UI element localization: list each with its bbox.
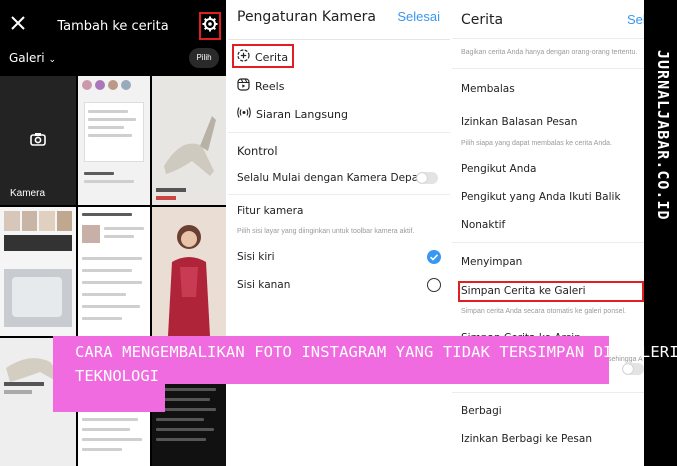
- save-hint: Simpan cerita Anda secara otomatis ke ga…: [461, 308, 626, 315]
- settings-highlight[interactable]: [199, 12, 221, 40]
- divider: [452, 242, 644, 243]
- settings-item-label: Reels: [255, 79, 285, 93]
- gallery-header: Tambah ke cerita: [0, 0, 226, 46]
- live-icon: [237, 106, 251, 122]
- reply-option-followback[interactable]: Pengikut yang Anda Ikuti Balik: [461, 191, 621, 203]
- section-title-control: Kontrol: [237, 144, 278, 158]
- album-selector[interactable]: Galeri ⌄: [9, 51, 56, 65]
- section-title-reply: Membalas: [461, 83, 515, 95]
- watermark-strip: JURNALJABAR.CO.ID: [644, 0, 677, 466]
- album-label: Galeri: [9, 51, 45, 65]
- gallery-thumbnail[interactable]: [78, 207, 150, 336]
- divider: [452, 392, 644, 393]
- save-archive-toggle[interactable]: [622, 363, 644, 375]
- close-friends-hint: Bagikan cerita Anda hanya dengan orang-o…: [461, 49, 638, 56]
- reels-icon: [237, 78, 250, 94]
- gallery-thumbnail[interactable]: [152, 76, 226, 205]
- gallery-thumbnail[interactable]: [78, 76, 150, 205]
- story-plus-icon: [237, 49, 250, 65]
- divider: [452, 68, 644, 69]
- camera-tile[interactable]: Kamera: [0, 76, 76, 205]
- allow-replies-item[interactable]: Izinkan Balasan Pesan: [461, 116, 577, 128]
- section-title-camera-feature: Fitur kamera: [237, 205, 304, 217]
- settings-item-label: Cerita: [255, 50, 289, 64]
- side-right-label: Sisi kanan: [237, 279, 291, 291]
- page-title: Pengaturan Kamera: [237, 9, 377, 25]
- story-settings-panel: Cerita Sel Bagikan cerita Anda hanya den…: [452, 0, 644, 466]
- section-title-save: Menyimpan: [461, 256, 523, 268]
- watermark-text: JURNALJABAR.CO.ID: [654, 50, 672, 221]
- chevron-down-icon: ⌄: [48, 55, 57, 65]
- divider: [452, 38, 644, 39]
- headline-text: CARA MENGEMBALIKAN FOTO INSTAGRAM YANG T…: [75, 343, 677, 361]
- side-left-radio[interactable]: [427, 250, 441, 264]
- reply-option-off[interactable]: Nonaktif: [461, 219, 505, 231]
- side-right-radio[interactable]: [427, 278, 441, 292]
- settings-item-story[interactable]: Cerita: [237, 49, 288, 65]
- reply-hint: Pilih siapa yang dapat membalas ke cerit…: [461, 140, 612, 147]
- banner-tail: [53, 384, 165, 412]
- category-label: TEKNOLOGI: [75, 367, 159, 385]
- camera-settings-panel: Pengaturan Kamera Selesai Cerita Reels S…: [228, 0, 450, 466]
- headline-banner: CARA MENGEMBALIKAN FOTO INSTAGRAM YANG T…: [53, 336, 677, 385]
- divider: [228, 194, 450, 195]
- gallery-title: Tambah ke cerita: [57, 19, 169, 34]
- feature-hint: Pilih sisi layar yang diinginkan untuk t…: [237, 228, 415, 235]
- reply-option-followers[interactable]: Pengikut Anda: [461, 163, 536, 175]
- gallery-thumbnail[interactable]: [0, 207, 76, 336]
- camera-label: Kamera: [10, 188, 46, 199]
- settings-item-label: Siaran Langsung: [256, 107, 348, 121]
- always-front-camera-toggle[interactable]: [416, 172, 438, 184]
- section-title-share: Berbagi: [461, 405, 502, 417]
- done-button[interactable]: Sel: [627, 12, 644, 27]
- select-button[interactable]: Pilih: [189, 48, 219, 68]
- allow-share-message-item[interactable]: Izinkan Berbagi ke Pesan: [461, 433, 592, 445]
- gear-icon[interactable]: [202, 16, 218, 37]
- save-to-gallery-item[interactable]: Simpan Cerita ke Galeri: [461, 285, 586, 297]
- settings-item-live[interactable]: Siaran Langsung: [237, 106, 348, 122]
- camera-settings-header: Pengaturan Kamera Selesai: [228, 0, 450, 40]
- camera-icon: [30, 132, 46, 151]
- page-title: Cerita: [461, 12, 504, 28]
- gallery-thumbnail[interactable]: [152, 207, 226, 336]
- divider: [228, 132, 450, 133]
- always-front-camera-label: Selalu Mulai dengan Kamera Depan: [237, 172, 425, 184]
- side-left-label: Sisi kiri: [237, 251, 275, 263]
- settings-item-reels[interactable]: Reels: [237, 78, 284, 94]
- done-button[interactable]: Selesai: [397, 9, 440, 24]
